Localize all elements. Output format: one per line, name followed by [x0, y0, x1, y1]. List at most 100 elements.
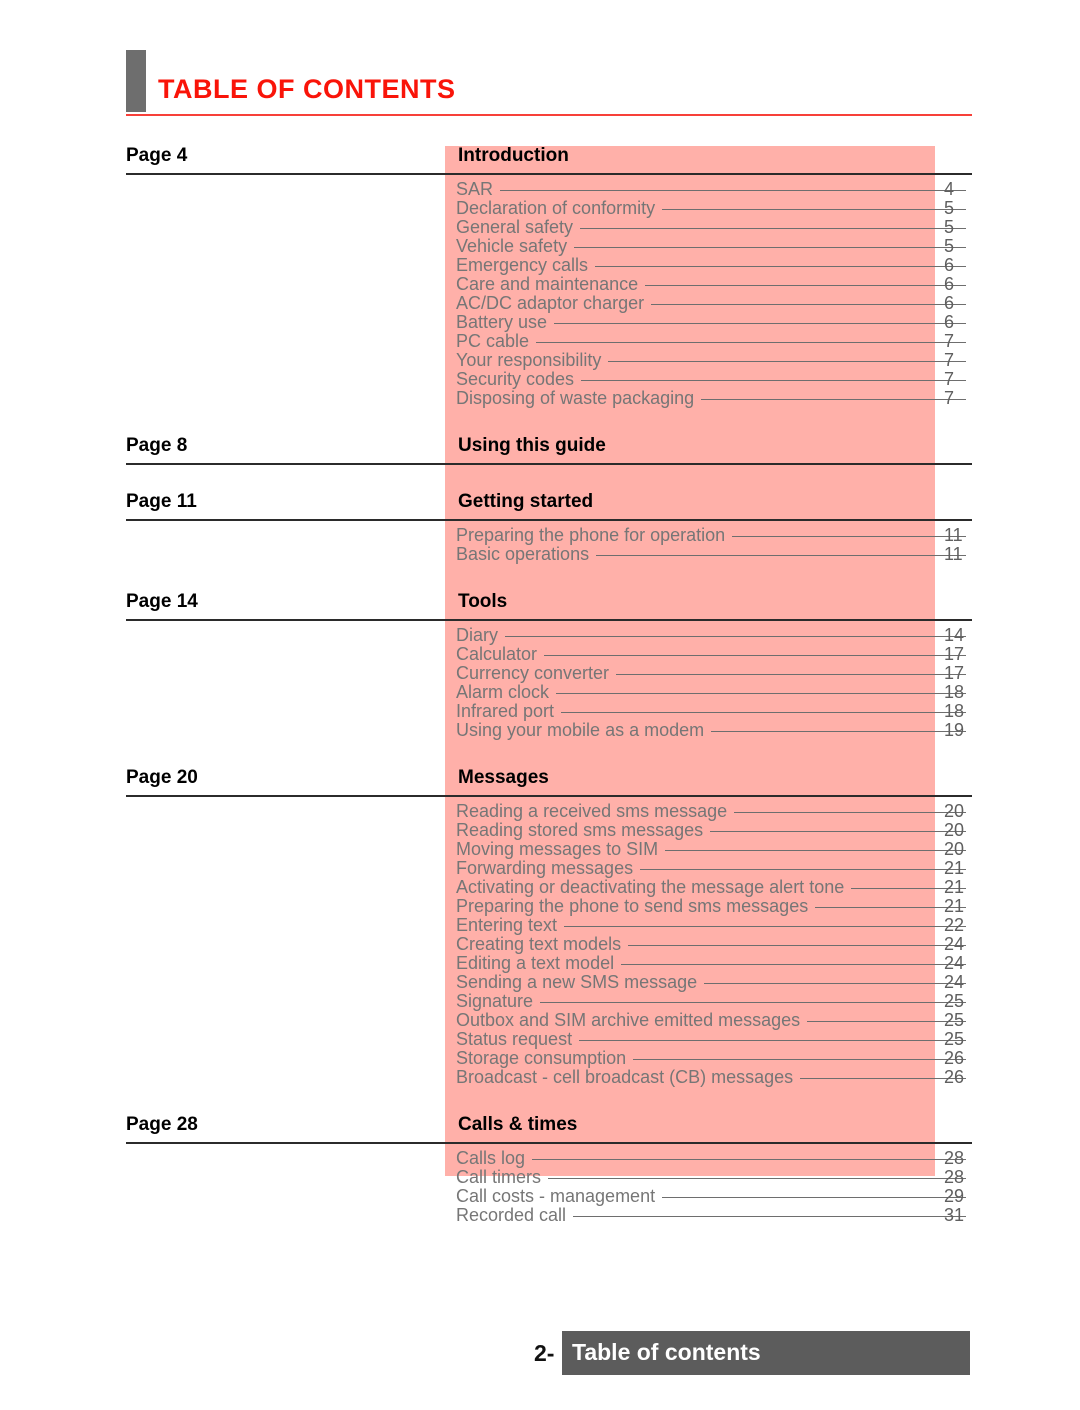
toc-entry[interactable]: Infrared port 18	[0, 702, 1080, 721]
toc-entry[interactable]: Battery use 6	[0, 313, 1080, 332]
toc-entry-label: Calculator	[456, 644, 538, 664]
toc-entry[interactable]: Recorded call 31	[0, 1206, 1080, 1225]
toc-entry[interactable]: Broadcast - cell broadcast (CB) messages…	[0, 1068, 1080, 1087]
toc-entry-inner: Diary	[456, 626, 972, 645]
toc-section-header[interactable]: Page 14 Tools	[0, 586, 1080, 622]
toc-section-header[interactable]: Page 20 Messages	[0, 762, 1080, 798]
toc-entry-leader	[544, 655, 966, 656]
toc-section-divider	[126, 795, 972, 797]
toc-entry-list	[0, 466, 1080, 470]
toc-section-header[interactable]: Page 11 Getting started	[0, 486, 1080, 522]
toc-entry-leader	[532, 1159, 966, 1160]
toc-entry[interactable]: Moving messages to SIM 20	[0, 840, 1080, 859]
toc-entry[interactable]: Status request 25	[0, 1030, 1080, 1049]
toc-entry-list: Preparing the phone for operation 11 Basic…	[0, 522, 1080, 564]
toc-entry-label: Basic operations	[456, 544, 590, 564]
toc-entry-leader	[640, 869, 966, 870]
toc-section: Page 28 Calls & times Calls log 28 Call time…	[0, 1109, 1080, 1247]
toc-entry[interactable]: Activating or deactivating the message a…	[0, 878, 1080, 897]
toc-entry[interactable]: Forwarding messages 21	[0, 859, 1080, 878]
toc-entry-leader	[500, 190, 966, 191]
toc-entry-leader	[633, 1059, 966, 1060]
toc-entry[interactable]: Care and maintenance 6	[0, 275, 1080, 294]
toc-entry[interactable]: Reading a received sms message 20	[0, 802, 1080, 821]
toc-entry-inner: Storage consumption	[456, 1049, 972, 1068]
toc-entry-leader	[616, 674, 966, 675]
toc-entry-page-number: 25	[944, 1010, 965, 1030]
toc-entry[interactable]: Storage consumption 26	[0, 1049, 1080, 1068]
toc-entry[interactable]: Emergency calls 6	[0, 256, 1080, 275]
toc-entry-inner: Outbox and SIM archive emitted messages	[456, 1011, 972, 1030]
toc-entry[interactable]: Editing a text model 24	[0, 954, 1080, 973]
toc-entry-page-number: 21	[944, 858, 965, 878]
toc-entry-inner: Moving messages to SIM	[456, 840, 972, 859]
toc-entry-label: Activating or deactivating the message a…	[456, 877, 845, 897]
toc-entry-leader	[711, 731, 966, 732]
toc-entry[interactable]: Vehicle safety 5	[0, 237, 1080, 256]
toc-section-header[interactable]: Page 28 Calls & times	[0, 1109, 1080, 1145]
toc-section-page-label: Page 8	[126, 435, 188, 456]
toc-entry[interactable]: Entering text 22	[0, 916, 1080, 935]
toc-entry-inner: Your responsibility	[456, 351, 972, 370]
toc-entry[interactable]: Preparing the phone to send sms messages…	[0, 897, 1080, 916]
toc-entry-page-number: 22	[944, 915, 965, 935]
toc-entry-page-number: 28	[944, 1148, 965, 1168]
toc-entry[interactable]: Currency converter 17	[0, 664, 1080, 683]
toc-entry[interactable]: Calculator 17	[0, 645, 1080, 664]
toc-entry-label: Diary	[456, 625, 499, 645]
toc-entry[interactable]: General safety 5	[0, 218, 1080, 237]
toc-entry-list: Diary 14 Calculator 17 Currency converter 17 A…	[0, 622, 1080, 740]
toc-entry[interactable]: Alarm clock 18	[0, 683, 1080, 702]
toc-entry[interactable]: Calls log 28	[0, 1149, 1080, 1168]
toc-entry[interactable]: Basic operations 11	[0, 545, 1080, 564]
toc-entry-inner: Declaration of conformity	[456, 199, 972, 218]
toc-entry[interactable]: Your responsibility 7	[0, 351, 1080, 370]
toc-section-title: Messages	[458, 767, 549, 788]
toc-entry[interactable]: Diary 14	[0, 626, 1080, 645]
toc-entry[interactable]: PC cable 7	[0, 332, 1080, 351]
toc-entry[interactable]: Call timers 28	[0, 1168, 1080, 1187]
toc-entry-label: Signature	[456, 991, 534, 1011]
toc-section: Page 8 Using this guide	[0, 430, 1080, 486]
toc-entry-leader	[574, 247, 966, 248]
toc-entry[interactable]: Signature 25	[0, 992, 1080, 1011]
toc-entry-label: Preparing the phone to send sms messages	[456, 896, 809, 916]
toc-entry[interactable]: Security codes 7	[0, 370, 1080, 389]
toc-entry[interactable]: Call costs - management 29	[0, 1187, 1080, 1206]
toc-section-spacer	[0, 408, 1080, 430]
toc-entry-leader	[561, 712, 966, 713]
toc-entry-leader	[710, 831, 966, 832]
toc-entry-page-number: 18	[944, 701, 965, 721]
toc-entry-page-number: 11	[944, 525, 963, 545]
toc-entry[interactable]: Sending a new SMS message 24	[0, 973, 1080, 992]
toc-entry-page-number: 17	[944, 663, 965, 683]
toc-entry[interactable]: AC/DC adaptor charger 6	[0, 294, 1080, 313]
toc-section-title: Using this guide	[458, 435, 606, 456]
toc-section-page-label: Page 4	[126, 145, 188, 166]
toc-entry-page-number: 26	[944, 1048, 965, 1068]
toc-entry[interactable]: Preparing the phone for operation 11	[0, 526, 1080, 545]
toc-entry-inner: Emergency calls	[456, 256, 972, 275]
toc-entry[interactable]: Disposing of waste packaging 7	[0, 389, 1080, 408]
toc-section-header[interactable]: Page 8 Using this guide	[0, 430, 1080, 466]
toc-entry[interactable]: Using your mobile as a modem 19	[0, 721, 1080, 740]
toc-entry[interactable]: SAR 4	[0, 180, 1080, 199]
toc-entry[interactable]: Creating text models 24	[0, 935, 1080, 954]
toc-section-divider	[126, 619, 972, 621]
toc-entry-inner: Care and maintenance	[456, 275, 972, 294]
toc-section-divider	[126, 519, 972, 521]
header-accent-bar	[126, 50, 146, 112]
toc-entry-page-number: 31	[944, 1205, 965, 1225]
toc-entry-leader	[608, 361, 966, 362]
toc-section-header[interactable]: Page 4 Introduction	[0, 140, 1080, 176]
toc-entry[interactable]: Declaration of conformity 5	[0, 199, 1080, 218]
toc-entry[interactable]: Reading stored sms messages 20	[0, 821, 1080, 840]
toc-entry-page-number: 24	[944, 934, 965, 954]
toc-entry-inner: Using your mobile as a modem	[456, 721, 972, 740]
toc-entry-inner: Forwarding messages	[456, 859, 972, 878]
toc-entry[interactable]: Outbox and SIM archive emitted messages 2…	[0, 1011, 1080, 1030]
toc-entry-label: Call costs - management	[456, 1186, 656, 1206]
toc-entry-inner: Calls log	[456, 1149, 972, 1168]
toc-entry-inner: AC/DC adaptor charger	[456, 294, 972, 313]
toc-entry-label: Preparing the phone for operation	[456, 525, 726, 545]
